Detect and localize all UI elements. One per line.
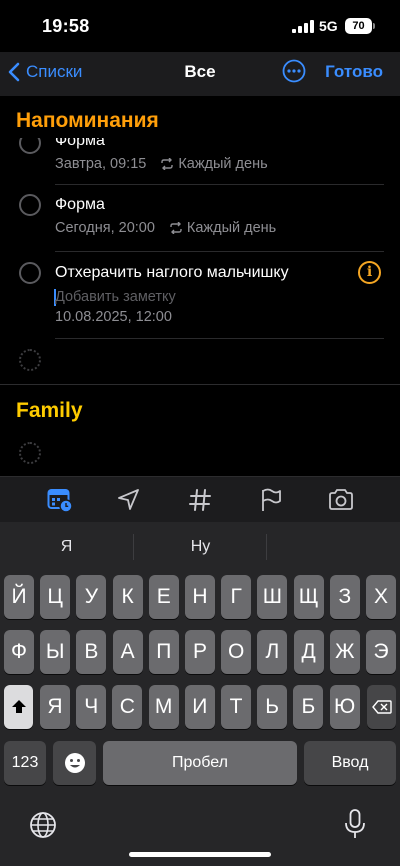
reminder-checkbox[interactable] (19, 262, 41, 284)
letter-key[interactable]: Ь (257, 685, 288, 729)
letter-key[interactable]: Й (4, 575, 34, 619)
shift-arrow-icon (11, 700, 26, 713)
navigation-bar: Списки Все Готово (0, 52, 400, 96)
letter-key[interactable]: И (184, 685, 215, 729)
reminder-row-editing[interactable]: Отхерачить наглого мальчишку i Добавить … (0, 258, 400, 338)
location-arrow-icon[interactable] (116, 487, 142, 513)
letter-key[interactable]: О (221, 630, 252, 674)
calendar-clock-icon[interactable] (47, 487, 73, 513)
back-button[interactable]: Списки (8, 52, 82, 92)
letter-key[interactable]: У (76, 575, 107, 619)
letter-key[interactable]: З (329, 575, 360, 619)
input-accessory-toolbar (0, 476, 400, 522)
letter-key[interactable]: П (148, 630, 179, 674)
chevron-left-icon (8, 62, 20, 82)
backspace-icon (371, 700, 392, 714)
prediction-separator (266, 534, 267, 560)
globe-icon[interactable] (29, 811, 57, 839)
reminder-date: 10.08.2025, 12:00 (55, 309, 172, 325)
letter-key[interactable]: Р (185, 630, 215, 674)
emoji-icon (64, 753, 85, 773)
flag-icon[interactable] (258, 487, 284, 513)
letter-key[interactable]: К (112, 575, 143, 619)
reminder-row[interactable]: Форма Сегодня, 20:00 Каждый день (0, 192, 400, 252)
keyboard: Я Ну ЙЦУКЕНГШЩЗХ ФЫВАПРОЛДЖЭ ЯЧСМИТЬБЮ 1… (0, 522, 400, 866)
reminder-title[interactable]: Форма (55, 196, 105, 214)
reminder-repeat: Каждый день (178, 156, 268, 172)
divider (55, 184, 384, 185)
letter-key[interactable]: В (76, 630, 107, 674)
letter-key[interactable]: Ы (40, 630, 71, 674)
letter-key[interactable]: Г (221, 575, 252, 619)
new-reminder-checkbox[interactable] (19, 349, 41, 371)
prediction-suggestion[interactable]: Ну (134, 538, 267, 556)
section-title-reminders: Напоминания (16, 109, 159, 132)
home-indicator (129, 852, 271, 857)
emoji-key[interactable] (53, 741, 96, 785)
more-options-icon[interactable] (282, 59, 306, 83)
letter-key[interactable]: Е (148, 575, 179, 619)
section-title-family: Family (16, 399, 83, 422)
reminder-schedule: 10.08.2025, 12:00 (55, 309, 172, 325)
letter-key[interactable]: Ц (40, 575, 71, 619)
letter-key[interactable]: Ю (329, 685, 360, 729)
letter-key[interactable]: А (112, 630, 143, 674)
reminder-date: Завтра, 09:15 (55, 156, 147, 172)
reminder-schedule: Завтра, 09:15 Каждый день (55, 156, 268, 172)
status-bar: 19:58 5G 70 (0, 0, 400, 52)
letter-key[interactable]: Л (257, 630, 288, 674)
numbers-key[interactable]: 123 (4, 741, 46, 785)
letter-key[interactable]: Э (366, 630, 396, 674)
letter-key[interactable]: Н (185, 575, 215, 619)
back-label: Списки (26, 62, 83, 81)
predictive-text-bar: Я Ну (0, 522, 400, 572)
divider (55, 338, 384, 339)
letter-key[interactable]: Д (293, 630, 324, 674)
shift-key[interactable] (4, 685, 33, 729)
delete-key[interactable] (367, 685, 396, 729)
info-button[interactable]: i (358, 261, 381, 284)
space-key[interactable]: Пробел (103, 741, 297, 785)
letter-key[interactable]: Ж (329, 630, 360, 674)
return-key[interactable]: Ввод (304, 741, 396, 785)
repeat-icon (161, 158, 174, 170)
battery-icon: 70 (345, 18, 372, 34)
letter-key[interactable]: М (148, 685, 179, 729)
reminders-list: Форма Завтра, 09:15 Каждый день Напомина… (0, 96, 400, 476)
status-time: 19:58 (42, 16, 90, 36)
reminder-schedule: Сегодня, 20:00 Каждый день (55, 220, 276, 236)
network-type: 5G (319, 18, 338, 34)
done-button[interactable]: Готово (325, 62, 383, 82)
letter-key[interactable]: Т (221, 685, 251, 729)
battery-tip (373, 23, 375, 29)
microphone-icon[interactable] (343, 808, 367, 840)
letter-key[interactable]: Ш (257, 575, 288, 619)
reminder-checkbox[interactable] (19, 194, 41, 216)
hashtag-icon[interactable] (187, 487, 213, 513)
reminder-repeat: Каждый день (186, 220, 277, 236)
repeat-icon (170, 222, 182, 234)
letter-key[interactable]: Ф (4, 630, 34, 674)
note-input[interactable]: Добавить заметку (55, 289, 176, 305)
letter-key[interactable]: Я (40, 685, 70, 729)
divider (55, 251, 384, 252)
letter-key[interactable]: Ч (76, 685, 107, 729)
reminder-title[interactable]: Отхерачить наглого мальчишку (55, 264, 289, 282)
cellular-signal-icon (292, 20, 314, 33)
letter-key[interactable]: С (112, 685, 143, 729)
section-separator (0, 384, 400, 385)
letter-key[interactable]: Х (366, 575, 396, 619)
prediction-suggestion[interactable]: Я (0, 538, 133, 556)
letter-key[interactable]: Щ (293, 575, 324, 619)
new-reminder-checkbox[interactable] (19, 442, 41, 464)
reminder-date: Сегодня, 20:00 (55, 220, 155, 236)
camera-icon[interactable] (327, 487, 355, 513)
letter-key[interactable]: Б (293, 685, 324, 729)
